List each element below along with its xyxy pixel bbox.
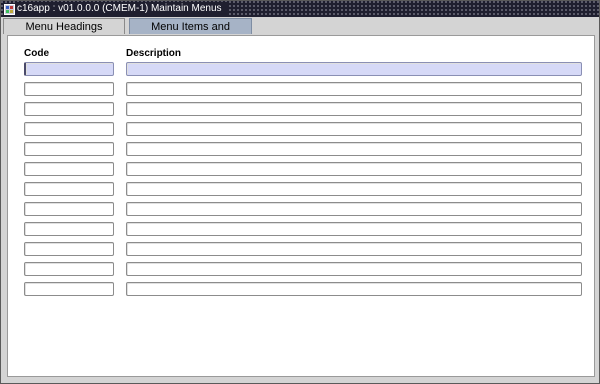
title-bar[interactable]: c16app : v01.0.0.0 (CMEM-1) Maintain Men… xyxy=(1,1,599,17)
description-field[interactable] xyxy=(126,122,582,136)
column-header-description: Description xyxy=(126,48,182,59)
description-field[interactable] xyxy=(126,182,582,196)
table-row xyxy=(8,102,594,116)
description-field[interactable] xyxy=(126,222,582,236)
column-header-code: Code xyxy=(24,48,49,59)
description-field[interactable] xyxy=(126,282,582,296)
tab-menu-headings[interactable]: Menu Headings xyxy=(3,18,125,34)
code-field[interactable] xyxy=(24,162,114,176)
code-field[interactable] xyxy=(24,62,114,76)
code-field[interactable] xyxy=(24,142,114,156)
table-row xyxy=(8,202,594,216)
table-row xyxy=(8,162,594,176)
code-field[interactable] xyxy=(24,262,114,276)
description-field[interactable] xyxy=(126,102,582,116)
code-field[interactable] xyxy=(24,282,114,296)
description-field[interactable] xyxy=(126,242,582,256)
code-field[interactable] xyxy=(24,242,114,256)
table-row xyxy=(8,142,594,156)
table-row xyxy=(8,242,594,256)
window-title: c16app : v01.0.0.0 (CMEM-1) Maintain Men… xyxy=(17,2,228,16)
description-field[interactable] xyxy=(126,202,582,216)
app-icon xyxy=(3,3,15,15)
description-field[interactable] xyxy=(126,142,582,156)
code-field[interactable] xyxy=(24,122,114,136)
table-row xyxy=(8,182,594,196)
table-row xyxy=(8,122,594,136)
table-row xyxy=(8,262,594,276)
description-field[interactable] xyxy=(126,262,582,276)
code-field[interactable] xyxy=(24,82,114,96)
description-field[interactable] xyxy=(126,82,582,96)
table-row xyxy=(8,62,594,76)
code-field[interactable] xyxy=(24,182,114,196)
description-field[interactable] xyxy=(126,162,582,176)
tab-menu-items-and-positions[interactable]: Menu Items and Positions xyxy=(129,18,252,49)
table-row xyxy=(8,222,594,236)
code-field[interactable] xyxy=(24,222,114,236)
app-window: c16app : v01.0.0.0 (CMEM-1) Maintain Men… xyxy=(0,0,600,384)
code-field[interactable] xyxy=(24,102,114,116)
tab-strip: Menu Headings Menu Items and Positions xyxy=(1,17,599,49)
description-field[interactable] xyxy=(126,62,582,76)
table-row xyxy=(8,282,594,296)
table-row xyxy=(8,82,594,96)
menu-headings-panel: Code Description xyxy=(7,35,595,377)
code-field[interactable] xyxy=(24,202,114,216)
